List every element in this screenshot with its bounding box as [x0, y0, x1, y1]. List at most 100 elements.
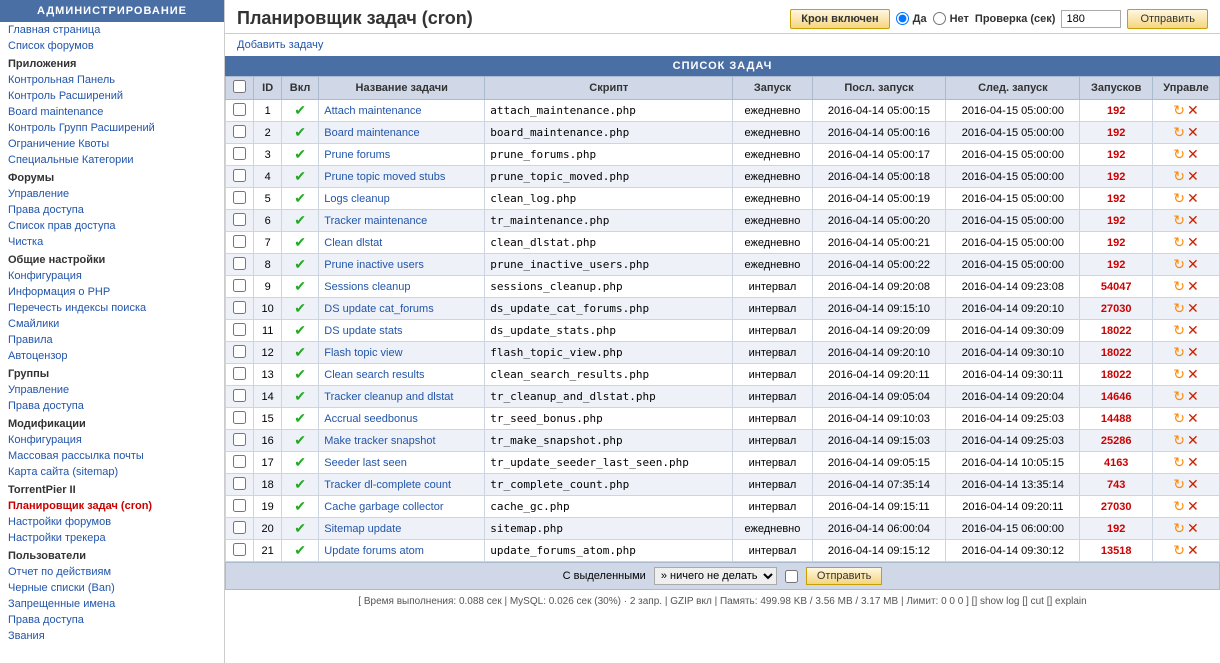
sidebar-link-25[interactable]: Конфигурация [0, 432, 224, 448]
refresh-icon[interactable]: ↻ [1173, 124, 1185, 141]
sidebar-link-7[interactable]: Ограничение Квоты [0, 136, 224, 152]
sidebar-link-18[interactable]: Смайлики [0, 316, 224, 332]
task-name-link[interactable]: Prune topic moved stubs [324, 171, 445, 183]
row-checkbox[interactable] [233, 521, 246, 534]
task-name-link[interactable]: Attach maintenance [324, 105, 421, 117]
refresh-icon[interactable]: ↻ [1173, 366, 1185, 383]
sidebar-link-33[interactable]: Отчет по действиям [0, 564, 224, 580]
sidebar-link-19[interactable]: Правила [0, 332, 224, 348]
cron-enabled-button[interactable]: Крон включен [790, 9, 889, 29]
delete-icon[interactable]: ✕ [1187, 124, 1199, 141]
delete-icon[interactable]: ✕ [1187, 256, 1199, 273]
sidebar-link-4[interactable]: Контроль Расширений [0, 88, 224, 104]
task-name-link[interactable]: Clean dlstat [324, 237, 382, 249]
row-checkbox[interactable] [233, 543, 246, 556]
delete-icon[interactable]: ✕ [1187, 300, 1199, 317]
check-seconds-input[interactable] [1061, 10, 1121, 28]
task-name-link[interactable]: DS update stats [324, 325, 402, 337]
refresh-icon[interactable]: ↻ [1173, 388, 1185, 405]
sidebar-link-15[interactable]: Конфигурация [0, 268, 224, 284]
delete-icon[interactable]: ✕ [1187, 366, 1199, 383]
row-checkbox[interactable] [233, 301, 246, 314]
sidebar-link-35[interactable]: Запрещенные имена [0, 596, 224, 612]
sidebar-link-29[interactable]: Планировщик задач (cron) [0, 498, 224, 514]
refresh-icon[interactable]: ↻ [1173, 146, 1185, 163]
sidebar-link-10[interactable]: Управление [0, 186, 224, 202]
sidebar-link-27[interactable]: Карта сайта (sitemap) [0, 464, 224, 480]
delete-icon[interactable]: ✕ [1187, 432, 1199, 449]
task-name-link[interactable]: Sitemap update [324, 523, 401, 535]
refresh-icon[interactable]: ↻ [1173, 498, 1185, 515]
row-checkbox[interactable] [233, 499, 246, 512]
row-checkbox[interactable] [233, 169, 246, 182]
bulk-action-select[interactable]: » ничего не делать [654, 567, 777, 585]
select-all-checkbox[interactable] [233, 80, 246, 93]
sidebar-link-36[interactable]: Права доступа [0, 612, 224, 628]
refresh-icon[interactable]: ↻ [1173, 190, 1185, 207]
delete-icon[interactable]: ✕ [1187, 520, 1199, 537]
delete-icon[interactable]: ✕ [1187, 476, 1199, 493]
sidebar-link-3[interactable]: Контрольная Панель [0, 72, 224, 88]
row-checkbox[interactable] [233, 323, 246, 336]
refresh-icon[interactable]: ↻ [1173, 234, 1185, 251]
delete-icon[interactable]: ✕ [1187, 278, 1199, 295]
delete-icon[interactable]: ✕ [1187, 212, 1199, 229]
delete-icon[interactable]: ✕ [1187, 454, 1199, 471]
row-checkbox[interactable] [233, 191, 246, 204]
row-checkbox[interactable] [233, 103, 246, 116]
refresh-icon[interactable]: ↻ [1173, 102, 1185, 119]
refresh-icon[interactable]: ↻ [1173, 168, 1185, 185]
refresh-icon[interactable]: ↻ [1173, 454, 1185, 471]
row-checkbox[interactable] [233, 147, 246, 160]
delete-icon[interactable]: ✕ [1187, 146, 1199, 163]
sidebar-link-0[interactable]: Главная страница [0, 22, 224, 38]
task-name-link[interactable]: Make tracker snapshot [324, 435, 435, 447]
sidebar-link-1[interactable]: Список форумов [0, 38, 224, 54]
row-checkbox[interactable] [233, 455, 246, 468]
delete-icon[interactable]: ✕ [1187, 410, 1199, 427]
task-name-link[interactable]: Logs cleanup [324, 193, 389, 205]
delete-icon[interactable]: ✕ [1187, 542, 1199, 559]
delete-icon[interactable]: ✕ [1187, 190, 1199, 207]
task-name-link[interactable]: Seeder last seen [324, 457, 407, 469]
sidebar-link-26[interactable]: Массовая рассылка почты [0, 448, 224, 464]
row-checkbox[interactable] [233, 235, 246, 248]
task-name-link[interactable]: Clean search results [324, 369, 424, 381]
refresh-icon[interactable]: ↻ [1173, 344, 1185, 361]
refresh-icon[interactable]: ↻ [1173, 476, 1185, 493]
task-name-link[interactable]: Board maintenance [324, 127, 419, 139]
row-checkbox[interactable] [233, 367, 246, 380]
refresh-icon[interactable]: ↻ [1173, 542, 1185, 559]
refresh-icon[interactable]: ↻ [1173, 520, 1185, 537]
task-name-link[interactable]: Sessions cleanup [324, 281, 410, 293]
task-name-link[interactable]: Update forums atom [324, 545, 424, 557]
task-name-link[interactable]: DS update cat_forums [324, 303, 433, 315]
delete-icon[interactable]: ✕ [1187, 344, 1199, 361]
task-name-link[interactable]: Cache garbage collector [324, 501, 443, 513]
row-checkbox[interactable] [233, 389, 246, 402]
sidebar-link-11[interactable]: Права доступа [0, 202, 224, 218]
refresh-icon[interactable]: ↻ [1173, 322, 1185, 339]
row-checkbox[interactable] [233, 125, 246, 138]
sidebar-link-17[interactable]: Перечесть индексы поиска [0, 300, 224, 316]
refresh-icon[interactable]: ↻ [1173, 410, 1185, 427]
delete-icon[interactable]: ✕ [1187, 388, 1199, 405]
task-name-link[interactable]: Accrual seedbonus [324, 413, 418, 425]
refresh-icon[interactable]: ↻ [1173, 256, 1185, 273]
sidebar-link-37[interactable]: Звания [0, 628, 224, 644]
sidebar-link-13[interactable]: Чистка [0, 234, 224, 250]
radio-yes-input[interactable] [896, 12, 909, 25]
row-checkbox[interactable] [233, 433, 246, 446]
row-checkbox[interactable] [233, 411, 246, 424]
sidebar-link-30[interactable]: Настройки форумов [0, 514, 224, 530]
sidebar-link-31[interactable]: Настройки трекера [0, 530, 224, 546]
delete-icon[interactable]: ✕ [1187, 498, 1199, 515]
sidebar-link-16[interactable]: Информация о PHP [0, 284, 224, 300]
radio-no-input[interactable] [933, 12, 946, 25]
refresh-icon[interactable]: ↻ [1173, 300, 1185, 317]
row-checkbox[interactable] [233, 213, 246, 226]
sidebar-link-8[interactable]: Специальные Категории [0, 152, 224, 168]
task-name-link[interactable]: Flash topic view [324, 347, 402, 359]
sidebar-link-34[interactable]: Черные списки (Ban) [0, 580, 224, 596]
refresh-icon[interactable]: ↻ [1173, 212, 1185, 229]
